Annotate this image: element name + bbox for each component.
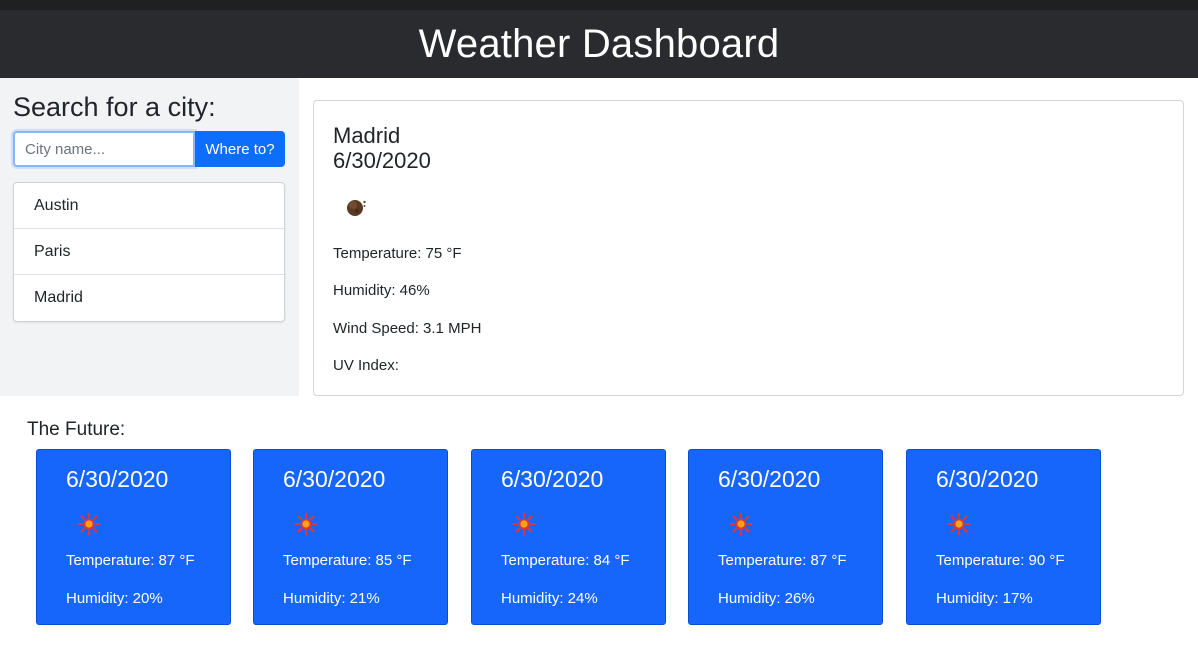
current-weather-card: Madrid 6/30/2020 Temperature: 75 °F Humi… — [313, 100, 1184, 396]
current-city: Madrid — [333, 123, 401, 148]
forecast-temperature: Temperature: 85 °F — [283, 552, 412, 569]
forecast-card: 6/30/2020 Temperature: 87 °F Humidity: 2… — [36, 449, 231, 625]
current-humidity: Humidity: 46% — [333, 282, 430, 299]
forecast-card: 6/30/2020 Temperature: 90 °F Humidity: 1… — [906, 449, 1101, 625]
forecast-date: 6/30/2020 — [718, 466, 821, 492]
page-header: Weather Dashboard — [0, 0, 1198, 78]
forecast-temperature: Temperature: 90 °F — [936, 552, 1065, 569]
current-date: 6/30/2020 — [333, 148, 431, 173]
forecast-date: 6/30/2020 — [936, 466, 1039, 492]
forecast-humidity: Humidity: 20% — [66, 590, 163, 607]
history-item-austin[interactable]: Austin — [14, 183, 284, 229]
search-sidebar: Search for a city: Where to? Austin Pari… — [0, 78, 299, 396]
forecast-date: 6/30/2020 — [66, 466, 169, 492]
forecast-temperature: Temperature: 87 °F — [66, 552, 195, 569]
forecast-card: 6/30/2020 Temperature: 85 °F Humidity: 2… — [253, 449, 448, 625]
forecast-humidity: Humidity: 17% — [936, 590, 1033, 607]
current-uv-index: UV Index: — [333, 357, 399, 374]
forecast-card: 6/30/2020 Temperature: 84 °F Humidity: 2… — [471, 449, 666, 625]
city-search-input[interactable] — [13, 131, 195, 167]
forecast-humidity: Humidity: 21% — [283, 590, 380, 607]
current-temperature: Temperature: 75 °F — [333, 245, 462, 262]
current-wind-speed: Wind Speed: 3.1 MPH — [333, 320, 482, 337]
forecast-humidity: Humidity: 24% — [501, 590, 598, 607]
sun-icon — [294, 512, 318, 536]
sun-icon — [77, 512, 101, 536]
sun-icon — [729, 512, 753, 536]
search-heading: Search for a city: — [13, 92, 216, 122]
history-item-paris[interactable]: Paris — [14, 229, 284, 275]
forecast-card: 6/30/2020 Temperature: 87 °F Humidity: 2… — [688, 449, 883, 625]
sun-icon — [512, 512, 536, 536]
forecast-date: 6/30/2020 — [283, 466, 386, 492]
forecast-date: 6/30/2020 — [501, 466, 604, 492]
sun-icon — [947, 512, 971, 536]
history-item-madrid[interactable]: Madrid — [14, 275, 284, 321]
search-button[interactable]: Where to? — [195, 131, 285, 167]
forecast-temperature: Temperature: 87 °F — [718, 552, 847, 569]
page-title: Weather Dashboard — [418, 21, 780, 66]
forecast-humidity: Humidity: 26% — [718, 590, 815, 607]
future-forecast-title: The Future: — [27, 419, 126, 440]
moon-icon — [347, 200, 366, 216]
forecast-temperature: Temperature: 84 °F — [501, 552, 630, 569]
search-history-list: Austin Paris Madrid — [13, 182, 285, 322]
